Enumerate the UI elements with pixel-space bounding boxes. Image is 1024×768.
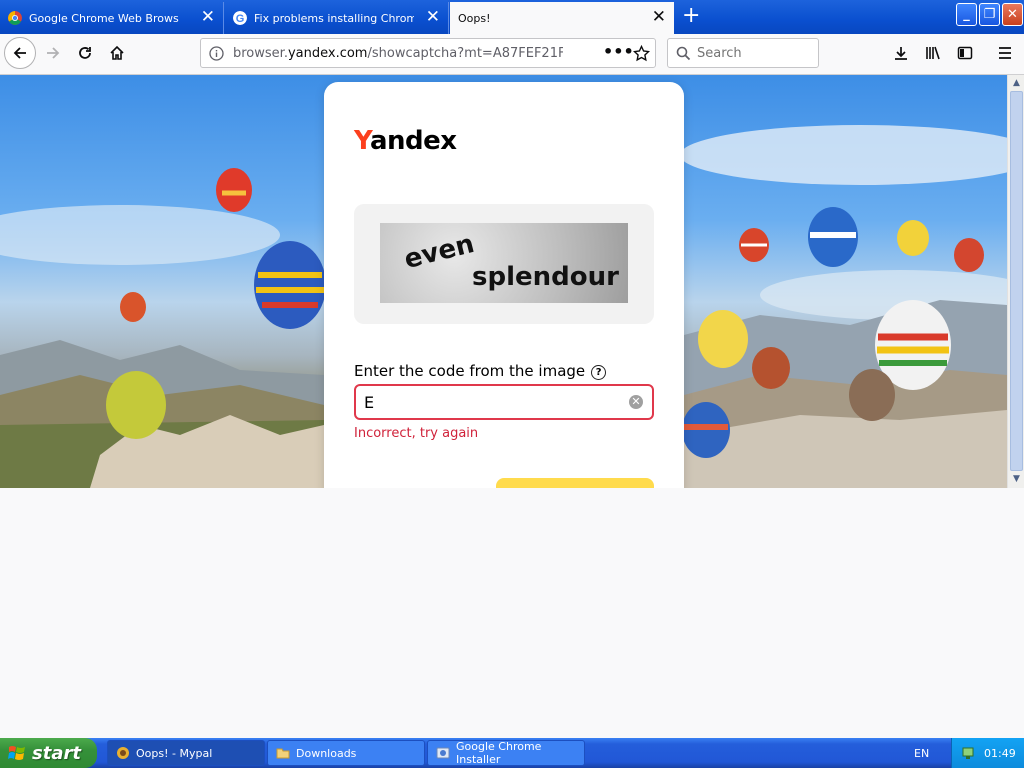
logo-rest: andex <box>369 126 457 156</box>
close-tab-icon[interactable]: ✕ <box>426 9 440 26</box>
back-button[interactable] <box>4 37 36 69</box>
address-bar[interactable]: browser.yandex.com/showcaptcha?mt=A87FEF… <box>200 38 656 68</box>
language-indicator[interactable]: EN <box>914 747 929 760</box>
sidebar-button[interactable] <box>950 38 980 68</box>
back-arrow-icon <box>13 47 26 59</box>
taskbar-item-chrome-installer[interactable]: Google Chrome Installer <box>427 740 585 766</box>
tab-title: Google Chrome Web Browser <box>29 11 179 25</box>
tab-oops[interactable]: Oops! ✕ <box>450 2 674 34</box>
vertical-scrollbar[interactable]: ▲ ▼ <box>1007 75 1024 488</box>
url-path: /showcaptcha?mt=A87FEF21F32E021 <box>367 46 563 61</box>
captcha-image: even splendour <box>380 223 628 303</box>
windows-taskbar: start Oops! - Mypal Downloads Google Chr… <box>0 738 1024 768</box>
navigation-toolbar: browser.yandex.com/showcaptcha?mt=A87FEF… <box>0 34 1024 75</box>
folder-icon <box>276 748 290 759</box>
search-bar[interactable]: Search <box>667 38 819 68</box>
restore-icon[interactable]: ❐ <box>979 3 1000 26</box>
network-icon[interactable] <box>961 745 977 761</box>
home-button[interactable] <box>102 38 132 68</box>
help-icon[interactable]: ? <box>591 365 607 380</box>
menu-button[interactable] <box>990 38 1020 68</box>
prompt-text: Enter the code from the image <box>354 362 586 380</box>
close-tab-icon[interactable]: ✕ <box>201 9 215 26</box>
captcha-prompt: Enter the code from the image? <box>354 362 607 380</box>
system-tray: 01:49 <box>951 738 1024 768</box>
page-viewport: Yandex even splendour Enter the code fro… <box>0 75 1007 488</box>
taskbar-item-downloads[interactable]: Downloads <box>267 740 425 766</box>
clear-input-icon[interactable]: ✕ <box>629 395 643 409</box>
captcha-code-input[interactable]: E ✕ <box>354 384 654 420</box>
page-actions-icon[interactable]: ••• <box>603 42 634 61</box>
start-button[interactable]: start <box>0 738 97 768</box>
downloads-button[interactable] <box>886 38 916 68</box>
download-icon <box>895 47 907 60</box>
error-message: Incorrect, try again <box>354 426 479 441</box>
info-icon[interactable] <box>209 46 224 61</box>
url-prefix: browser. <box>233 46 288 61</box>
tab-google-chrome-web-browser[interactable]: Google Chrome Web Browser ✕ <box>0 2 224 34</box>
close-tab-icon[interactable]: ✕ <box>652 9 666 26</box>
library-icon <box>926 46 940 60</box>
captcha-card: Yandex even splendour Enter the code fro… <box>324 82 684 488</box>
reload-icon <box>79 47 91 59</box>
hamburger-menu-icon <box>999 47 1011 59</box>
scroll-down-icon[interactable]: ▼ <box>1009 472 1024 487</box>
minimize-icon[interactable]: _ <box>956 3 977 26</box>
tab-title: Oops! <box>458 11 491 25</box>
submit-button[interactable] <box>496 478 654 488</box>
mypal-icon <box>117 747 129 759</box>
clock[interactable]: 01:49 <box>984 747 1016 760</box>
scroll-thumb[interactable] <box>1010 91 1023 471</box>
reload-button[interactable] <box>70 38 100 68</box>
captcha-word-1: even <box>401 229 477 275</box>
home-icon <box>110 45 124 60</box>
empty-window-area <box>0 488 1024 738</box>
new-tab-icon[interactable]: + <box>682 5 700 27</box>
library-button[interactable] <box>918 38 948 68</box>
captcha-word-2: splendour <box>472 262 619 292</box>
url-text[interactable]: browser.yandex.com/showcaptcha?mt=A87FEF… <box>233 46 563 61</box>
sidebar-icon <box>957 46 973 60</box>
google-icon: G <box>233 11 247 25</box>
url-host: yandex.com <box>287 46 368 61</box>
tab-fix-problems[interactable]: G Fix problems installing Chrome - Go ✕ <box>225 2 449 34</box>
search-placeholder: Search <box>697 46 742 61</box>
taskbar-item-mypal[interactable]: Oops! - Mypal <box>107 740 265 766</box>
task-label: Oops! - Mypal <box>136 746 213 760</box>
windows-logo-icon <box>8 746 25 760</box>
forward-button[interactable] <box>38 38 68 68</box>
yandex-logo[interactable]: Yandex <box>354 126 457 156</box>
chrome-icon <box>8 11 22 25</box>
svg-text:G: G <box>236 13 245 25</box>
task-label: Downloads <box>296 746 357 760</box>
installer-icon <box>436 747 450 759</box>
tab-strip: Google Chrome Web Browser ✕ G Fix proble… <box>0 0 1024 34</box>
search-icon <box>676 46 691 61</box>
tab-title: Fix problems installing Chrome - Go <box>254 11 414 25</box>
window-close-icon[interactable]: ✕ <box>1002 3 1023 26</box>
forward-arrow-icon <box>47 47 60 59</box>
scroll-up-icon[interactable]: ▲ <box>1009 76 1024 91</box>
captcha-image-box: even splendour <box>354 204 654 324</box>
logo-y: Y <box>354 126 370 156</box>
start-label: start <box>32 742 81 764</box>
captcha-input-value: E <box>364 393 375 412</box>
bookmark-star-icon[interactable] <box>633 45 650 62</box>
task-label: Google Chrome Installer <box>456 740 542 766</box>
